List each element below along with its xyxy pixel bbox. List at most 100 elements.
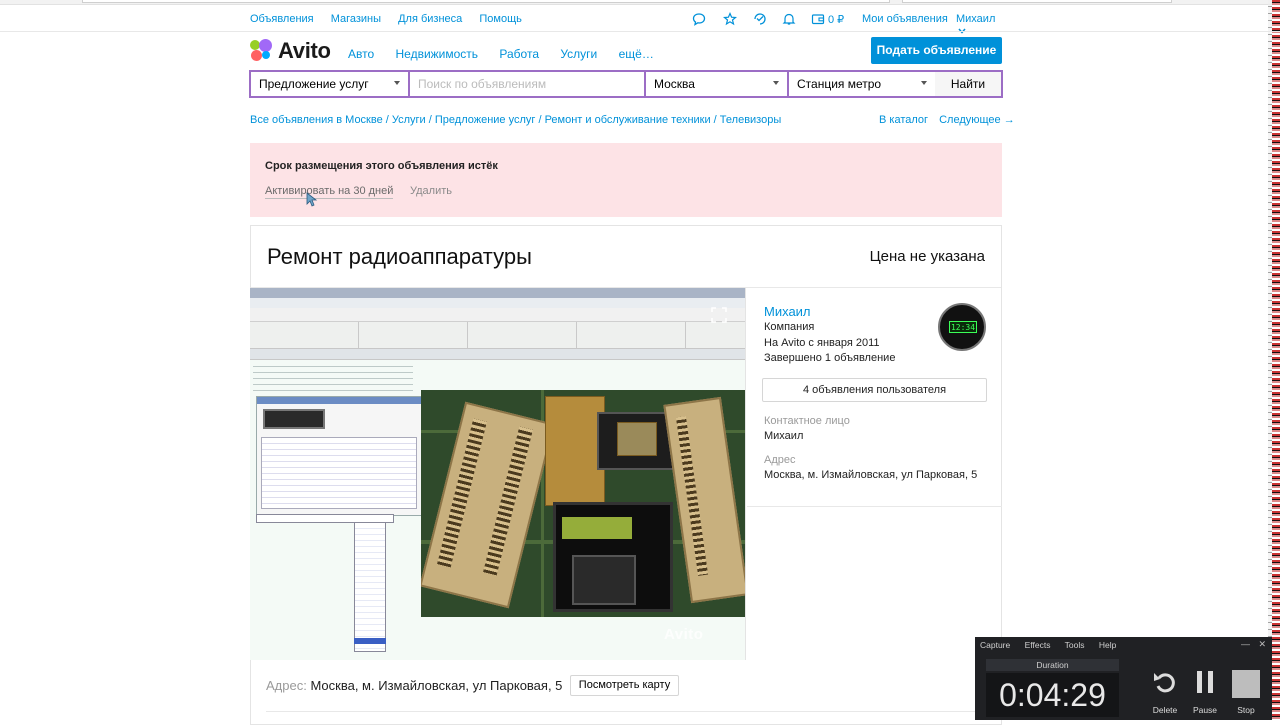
seller-completed: Завершено 1 объявление — [764, 352, 896, 364]
metro-select[interactable]: Станция метро — [789, 72, 937, 96]
search-input[interactable]: Поиск по объявлениям — [410, 72, 646, 96]
pause-icon — [1197, 671, 1213, 693]
nav-auto[interactable]: Авто — [348, 47, 374, 61]
photo-dropdown-list — [354, 522, 386, 652]
logo-text: Avito — [278, 38, 331, 63]
delete-capture-button[interactable]: Delete — [1148, 667, 1182, 719]
capture-widget: Capture Effects Tools Help — ✕ Duration … — [975, 637, 1272, 720]
expired-banner-title: Срок размещения этого объявления истёк — [265, 160, 498, 172]
nav-more[interactable]: ещё… — [619, 47, 654, 61]
listing-photo[interactable]: Avito — [250, 288, 746, 660]
wallet-icon[interactable] — [811, 12, 825, 26]
delete-link[interactable]: Удалить — [410, 185, 452, 197]
capture-menu: Capture Effects Tools Help — [980, 640, 1128, 650]
stop-capture-button[interactable]: Stop — [1229, 667, 1263, 719]
circuit-board-photo — [421, 390, 745, 617]
avatar-clock-display: 12:34 — [949, 321, 977, 333]
seller-name-link[interactable]: Михаил — [764, 304, 811, 319]
browser-address-field[interactable] — [82, 0, 890, 3]
header-divider — [0, 31, 1280, 32]
user-menu[interactable]: Михаил — [956, 13, 1002, 37]
caret-down-icon — [394, 81, 400, 85]
listing-header: Ремонт радиоаппаратуры Цена не указана — [251, 226, 1001, 288]
top-links: Объявления Магазины Для бизнеса Помощь — [250, 13, 536, 25]
my-ads-link[interactable]: Мои объявления — [862, 13, 948, 25]
contact-person-name: Михаил — [764, 430, 804, 442]
nav-realty[interactable]: Недвижимость — [396, 47, 479, 61]
seller-avatar[interactable]: 12:34 — [938, 303, 986, 351]
seller-address: Москва, м. Измайловская, ул Парковая, 5 — [764, 469, 978, 481]
minimize-icon[interactable]: — — [1241, 639, 1250, 649]
fullscreen-expand-icon[interactable] — [711, 307, 727, 323]
address-value: Москва, м. Измайловская, ул Парковая, 5 — [310, 678, 563, 693]
logo-dot-blue — [262, 51, 270, 59]
address-label: Адрес: — [266, 678, 307, 693]
photo-table — [261, 437, 417, 509]
listing-title: Ремонт радиоаппаратуры — [267, 244, 532, 269]
photo-list-selection — [354, 638, 386, 644]
watermark-text: Avito — [664, 626, 704, 643]
header-user-tools: 0 ₽ Мои объявления Михаил — [690, 12, 1002, 34]
user-name: Михаил — [956, 13, 996, 25]
undo-icon — [1154, 673, 1175, 693]
city-select[interactable]: Москва — [646, 72, 789, 96]
duration-timer: 0:04:29 — [986, 673, 1119, 717]
duration-label: Duration — [986, 659, 1119, 671]
top-link-ads[interactable]: Объявления — [250, 13, 314, 25]
category-select-value: Предложение услуг — [259, 77, 369, 91]
delete-label: Delete — [1152, 705, 1178, 715]
photo-dialog-title — [257, 397, 421, 404]
photo-dialog — [256, 396, 422, 516]
post-ad-button[interactable]: Подать объявление — [871, 37, 1002, 64]
pcb-gold-board — [545, 396, 605, 506]
caret-down-icon — [773, 81, 779, 85]
nav-services[interactable]: Услуги — [560, 47, 597, 61]
capture-window-controls: — ✕ — [1241, 639, 1266, 650]
browser-search-field[interactable] — [902, 0, 1172, 3]
next-ad-link[interactable]: Следующее → — [939, 114, 1015, 126]
photo-tabs — [250, 348, 745, 360]
view-map-button[interactable]: Посмотреть карту — [570, 675, 679, 696]
stop-icon — [1232, 670, 1260, 698]
photo-watermark: Avito — [664, 626, 703, 643]
user-ads-button[interactable]: 4 объявления пользователя — [762, 378, 987, 402]
seller-address-label: Адрес — [764, 454, 796, 466]
top-link-business[interactable]: Для бизнеса — [398, 13, 462, 25]
pcb-zif-socket — [572, 555, 636, 605]
photo-log-text — [253, 366, 413, 396]
capture-menu-help[interactable]: Help — [1099, 640, 1116, 650]
search-submit-button[interactable]: Найти — [935, 72, 1001, 96]
top-link-help[interactable]: Помощь — [479, 13, 522, 25]
top-link-shops[interactable]: Магазины — [331, 13, 381, 25]
photo-window-titlebar — [250, 288, 745, 298]
capture-menu-tools[interactable]: Tools — [1065, 640, 1085, 650]
search-bar: Предложение услуг Поиск по объявлениям М… — [249, 70, 1003, 98]
caret-down-icon — [921, 81, 927, 85]
mouse-cursor-icon — [306, 192, 318, 207]
category-select[interactable]: Предложение услуг — [251, 72, 410, 96]
expired-banner: Срок размещения этого объявления истёк А… — [250, 143, 1002, 217]
photo-toolbar — [250, 308, 745, 322]
breadcrumb[interactable]: Все объявления в Москве / Услуги / Предл… — [250, 114, 781, 126]
seller-since: На Avito с января 2011 — [764, 337, 880, 349]
seller-panel-divider — [747, 506, 1002, 507]
pause-capture-button[interactable]: Pause — [1188, 667, 1222, 719]
messages-icon[interactable] — [692, 12, 706, 26]
pause-label: Pause — [1192, 705, 1218, 715]
wallet-balance[interactable]: 0 ₽ — [828, 13, 844, 26]
nav-jobs[interactable]: Работа — [499, 47, 539, 61]
category-nav: Авто Недвижимость Работа Услуги ещё… — [348, 47, 672, 61]
favorites-star-icon[interactable] — [723, 12, 737, 26]
compare-icon[interactable] — [753, 12, 767, 26]
close-icon[interactable]: ✕ — [1258, 639, 1266, 649]
seller-type: Компания — [764, 321, 815, 333]
notifications-bell-icon[interactable] — [782, 12, 796, 26]
capture-menu-effects[interactable]: Effects — [1025, 640, 1051, 650]
browser-chrome — [0, 0, 1280, 5]
capture-menu-capture[interactable]: Capture — [980, 640, 1010, 650]
photo-chip — [263, 409, 325, 429]
activate-link[interactable]: Активировать на 30 дней — [265, 185, 394, 199]
to-catalog-link[interactable]: В каталог — [879, 114, 928, 126]
metro-select-value: Станция метро — [797, 77, 882, 91]
pcb-lcd-screen — [562, 517, 632, 539]
